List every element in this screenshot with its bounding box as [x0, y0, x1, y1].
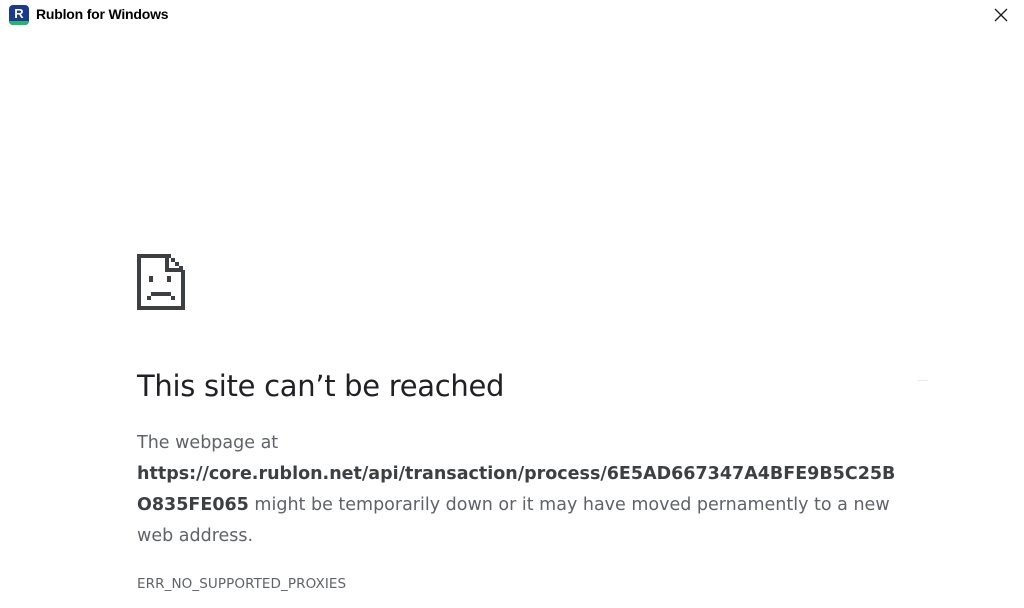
- error-suffix: might be temporarily down or it may have…: [137, 495, 890, 546]
- error-code: ERR_NO_SUPPORTED_PROXIES: [137, 576, 347, 592]
- divider: [918, 380, 928, 381]
- error-description: The webpage at https://core.rublon.net/a…: [137, 428, 907, 552]
- app-logo-accent: [9, 21, 29, 25]
- app-logo-icon: R: [9, 5, 29, 25]
- title-bar: R Rublon for Windows: [0, 0, 1024, 30]
- window-title: Rublon for Windows: [36, 6, 169, 22]
- close-button[interactable]: [978, 0, 1024, 30]
- sad-page-icon: [137, 254, 185, 310]
- error-heading: This site can’t be reached: [137, 369, 505, 403]
- close-icon: [994, 8, 1008, 22]
- error-icon-container: [137, 254, 907, 310]
- app-logo-letter: R: [14, 6, 24, 21]
- error-prefix: The webpage at: [137, 433, 279, 453]
- app-window: R Rublon for Windows This site can’t be …: [0, 0, 1024, 608]
